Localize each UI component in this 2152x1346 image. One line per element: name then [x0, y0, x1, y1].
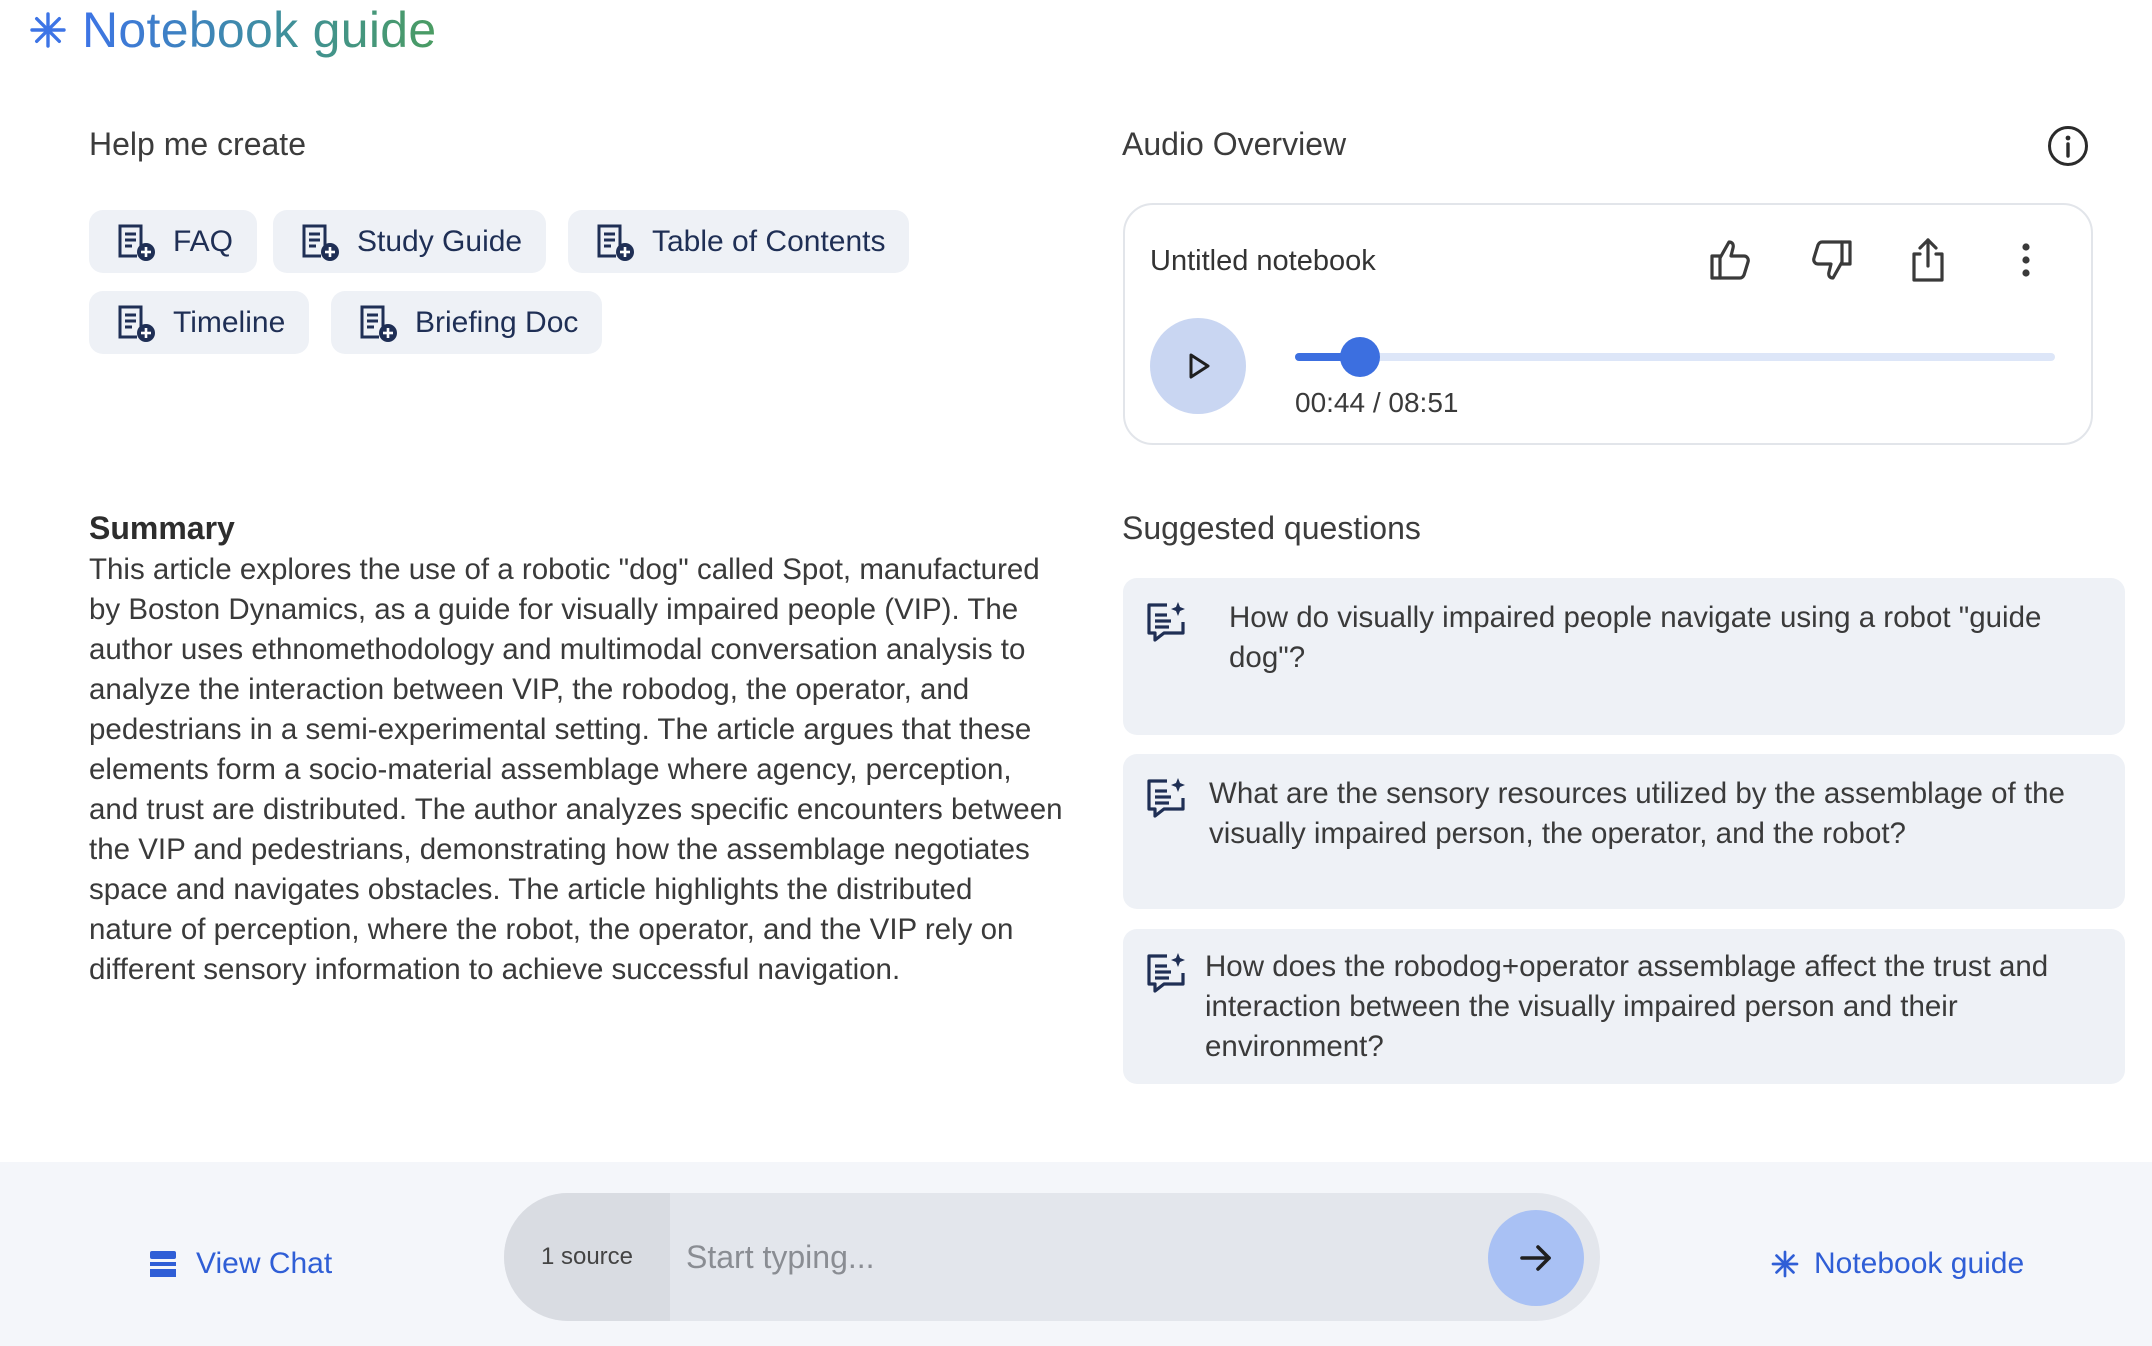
study-guide-chip-label: Study Guide [357, 224, 523, 258]
bottom-bar: View Chat 1 source Notebook guide [0, 1162, 2152, 1346]
info-icon[interactable] [2047, 125, 2089, 167]
summary-title: Summary [89, 510, 235, 546]
timeline-chip[interactable]: Timeline [89, 291, 310, 354]
notebook-guide-button[interactable]: Notebook guide [1770, 1247, 2024, 1281]
page-title: Notebook guide [82, 2, 437, 58]
note-add-icon [299, 221, 341, 263]
thumbs-up-icon[interactable] [1707, 235, 1757, 285]
summary-text: This article explores the use of a robot… [89, 553, 1063, 986]
chat-spark-icon [1145, 776, 1189, 820]
note-add-icon [115, 302, 157, 344]
suggested-question-text: What are the sensory resources utilized … [1209, 777, 2065, 850]
view-chat-button[interactable]: View Chat [148, 1247, 332, 1281]
arrow-right-icon [1516, 1238, 1556, 1278]
play-icon [1183, 351, 1213, 381]
spark-icon [1770, 1249, 1800, 1279]
audio-progress-slider[interactable] [1295, 337, 2055, 377]
note-add-icon [115, 221, 157, 263]
suggested-question-1[interactable]: How do visually impaired people navigate… [1123, 578, 2125, 735]
source-count-pill[interactable]: 1 source [504, 1193, 670, 1321]
table-of-contents-chip-label: Table of Contents [652, 224, 886, 258]
chat-panel-icon [148, 1249, 178, 1279]
suggested-question-text: How does the robodog+operator assemblage… [1205, 950, 2049, 1063]
share-icon[interactable] [1903, 235, 1953, 285]
study-guide-chip[interactable]: Study Guide [273, 210, 547, 273]
timeline-chip-label: Timeline [173, 305, 286, 339]
audio-overview-card: Untitled notebook 00:44 / 08:51 [1123, 203, 2093, 445]
chat-composer: 1 source [504, 1193, 1600, 1321]
send-button[interactable] [1488, 1210, 1584, 1306]
chat-input[interactable] [686, 1193, 1376, 1321]
faq-chip[interactable]: FAQ [89, 210, 258, 273]
thumbs-down-icon[interactable] [1805, 235, 1855, 285]
audio-overview-title: Audio Overview [1122, 126, 1347, 162]
chat-spark-icon [1145, 951, 1189, 995]
play-button[interactable] [1150, 318, 1246, 414]
note-add-icon [594, 221, 636, 263]
suggested-question-text: How do visually impaired people navigate… [1229, 601, 2042, 674]
note-add-icon [357, 302, 399, 344]
faq-chip-label: FAQ [173, 224, 234, 258]
audio-progress-thumb[interactable] [1340, 337, 1381, 377]
briefing-doc-chip-label: Briefing Doc [415, 305, 579, 339]
suggested-question-2[interactable]: What are the sensory resources utilized … [1123, 754, 2125, 909]
more-vert-icon[interactable] [2001, 235, 2051, 285]
notebook-guide-label: Notebook guide [1814, 1247, 2025, 1280]
notebook-guide-header: Notebook guide [28, 0, 436, 60]
suggested-questions-title: Suggested questions [1122, 510, 1421, 546]
suggested-question-3[interactable]: How does the robodog+operator assemblage… [1123, 929, 2125, 1084]
table-of-contents-chip[interactable]: Table of Contents [568, 210, 910, 273]
spark-icon [28, 10, 68, 50]
audio-actions [1707, 235, 2051, 285]
chat-spark-icon [1145, 600, 1189, 644]
view-chat-label: View Chat [196, 1247, 333, 1280]
briefing-doc-chip[interactable]: Briefing Doc [331, 291, 603, 354]
help-me-create-title: Help me create [89, 126, 306, 162]
audio-notebook-name: Untitled notebook [1150, 245, 1376, 277]
audio-time: 00:44 / 08:51 [1295, 387, 1459, 418]
